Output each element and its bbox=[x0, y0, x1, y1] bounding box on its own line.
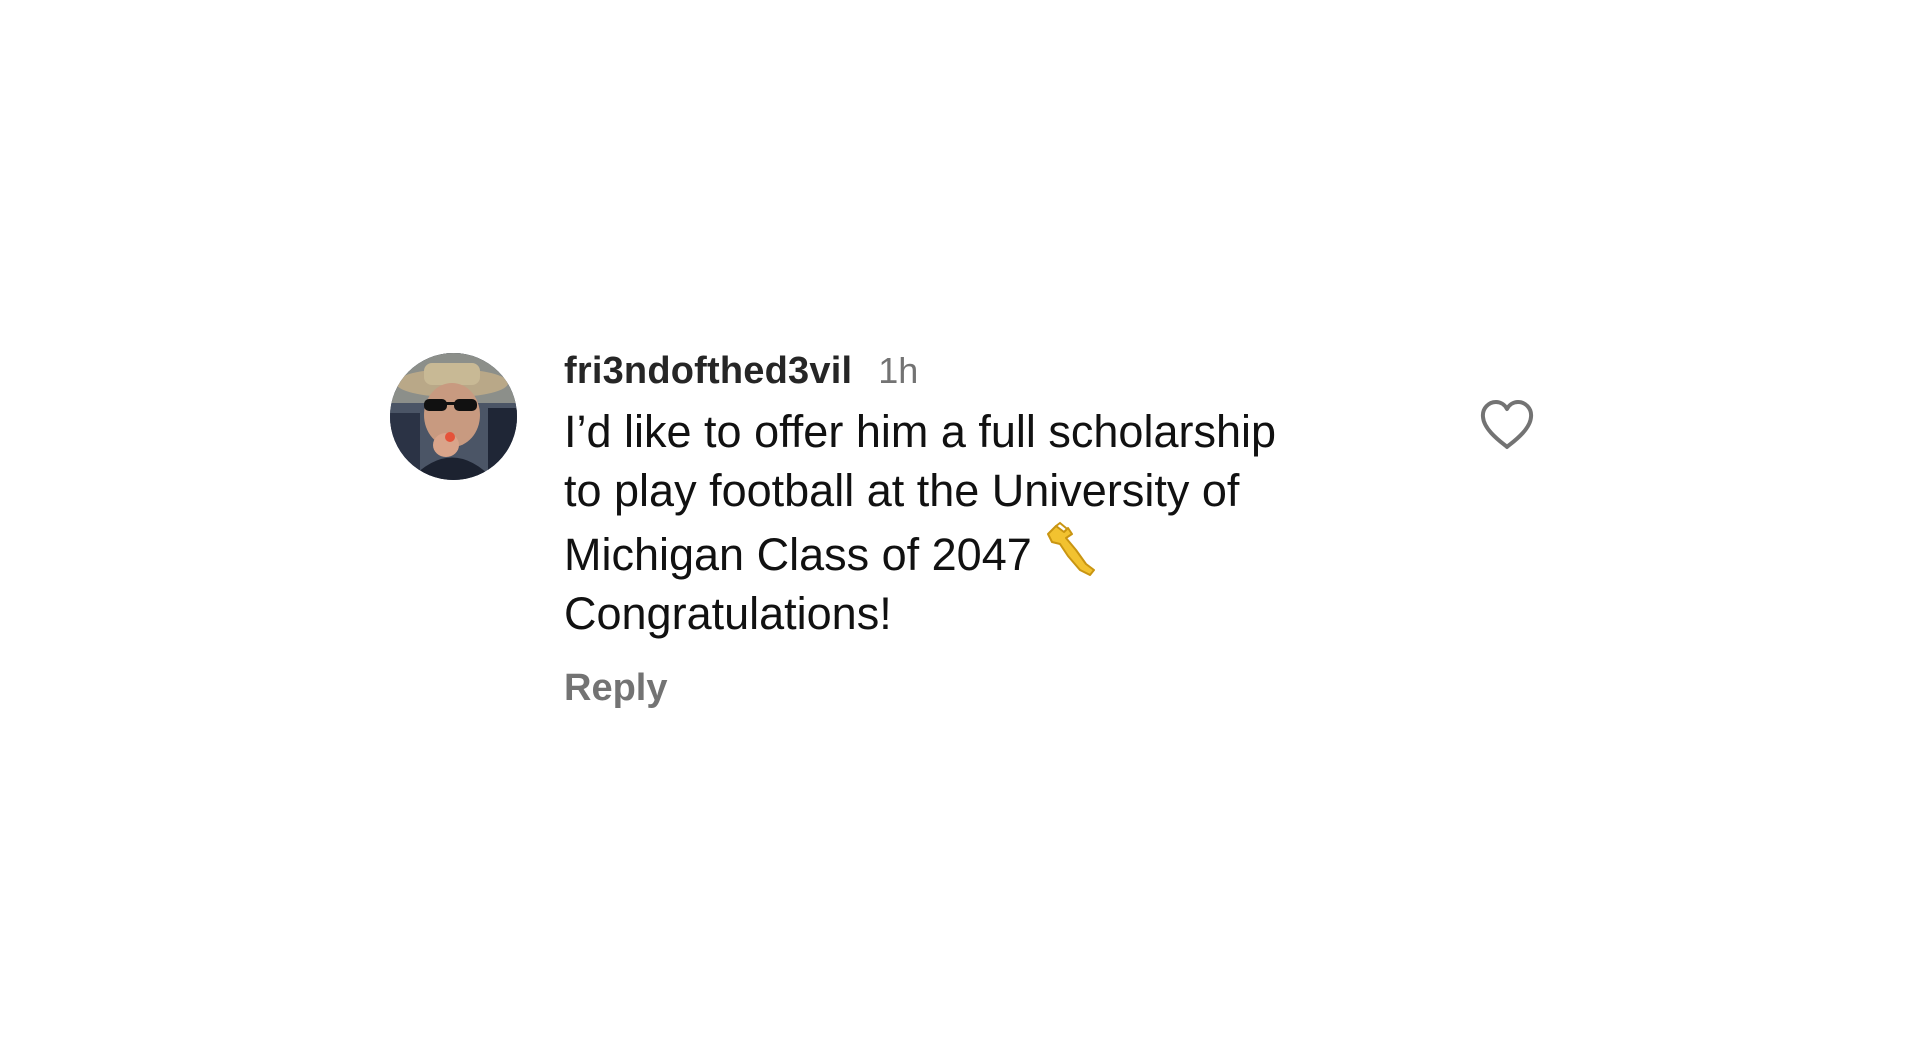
avatar[interactable] bbox=[390, 353, 517, 480]
comment-text-line: Congratulations! bbox=[564, 588, 892, 639]
avatar-photo bbox=[390, 353, 517, 480]
flexed-biceps-icon bbox=[1042, 520, 1100, 576]
comment-content: fri3ndofthed3vil 1h I’d like to offer hi… bbox=[564, 350, 1414, 710]
like-button[interactable] bbox=[1478, 398, 1536, 452]
comment-text-fragment: Michigan Class of 2047 bbox=[564, 529, 1032, 580]
comment-text-line: I’d like to offer him a full scholarship bbox=[564, 406, 1277, 457]
heart-outline-icon bbox=[1480, 400, 1534, 449]
reply-button[interactable]: Reply bbox=[564, 667, 667, 710]
comment-screenshot: fri3ndofthed3vil 1h I’d like to offer hi… bbox=[0, 0, 1920, 1056]
username[interactable]: fri3ndofthed3vil bbox=[564, 350, 852, 393]
comment-text: I’d like to offer him a full scholarship… bbox=[564, 402, 1414, 643]
comment-meta: fri3ndofthed3vil 1h bbox=[564, 350, 1414, 392]
timestamp: 1h bbox=[878, 350, 919, 391]
comment-text-line: Michigan Class of 2047 bbox=[564, 520, 1414, 584]
comment-text-line: to play football at the University of bbox=[564, 465, 1240, 516]
